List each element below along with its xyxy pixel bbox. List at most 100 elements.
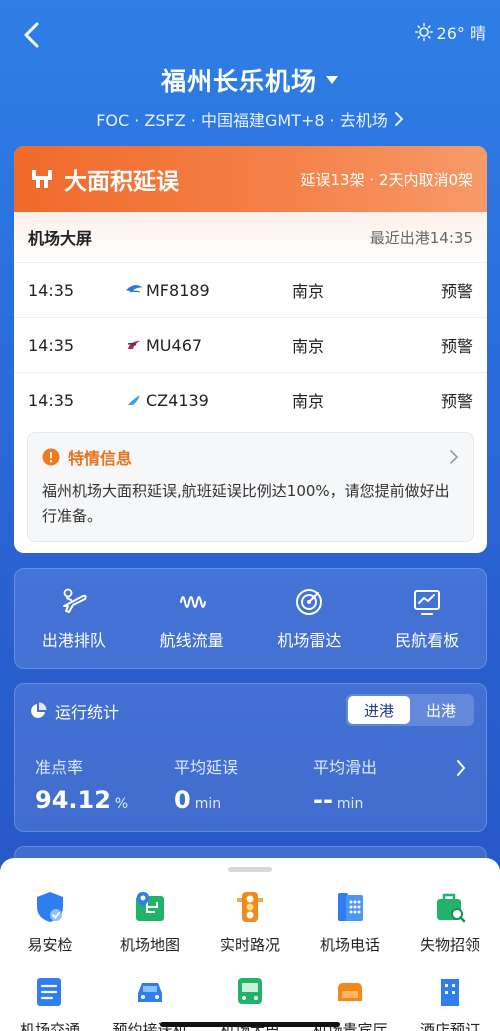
tool-radar[interactable]: 机场雷达 — [251, 569, 369, 668]
departure-queue-icon — [62, 588, 87, 613]
stats-header: 运行统计 — [29, 699, 119, 723]
notice-header: 特情信息 — [42, 445, 459, 469]
service-label: 酒店预订 — [419, 1021, 480, 1031]
flight-number: CZ4139 — [126, 391, 292, 410]
tab-departure[interactable]: 出港 — [410, 696, 472, 724]
service-airport-map[interactable]: 机场地图 — [100, 890, 200, 955]
chevron-right-icon[interactable] — [456, 759, 466, 777]
board-latest-departure: 最近出港14:35 — [369, 228, 473, 247]
vip-lounge-icon — [338, 983, 362, 1001]
flight-row[interactable]: 14:35 MF8189 南京 预警 — [14, 262, 487, 317]
tool-label: 机场雷达 — [277, 630, 342, 650]
traffic-light-icon — [237, 892, 263, 922]
alert-title: 大面积延误 — [64, 169, 179, 195]
service-hotel[interactable]: 酒店预订 — [400, 975, 500, 1031]
tools-card: 出港排队 航线流量 机场雷达 民航看板 — [14, 568, 487, 669]
flight-time: 14:35 — [28, 280, 75, 300]
flight-status: 预警 — [440, 282, 473, 301]
metric-value: -- min — [313, 786, 452, 814]
airport-selector[interactable]: 福州长乐机场 — [0, 62, 500, 98]
flight-number: MF8189 — [126, 281, 292, 300]
radar-icon — [296, 588, 323, 615]
car-icon — [138, 983, 162, 1002]
flight-number: MU467 — [126, 336, 292, 355]
flight-delay-icon — [32, 170, 52, 188]
service-lost-found[interactable]: 失物招领 — [400, 890, 500, 955]
back-arrow-icon[interactable] — [18, 20, 48, 50]
metrics-row[interactable]: 准点率 94.12% 平均延误 0 min 平均滑出 -- min — [35, 754, 452, 814]
service-transport[interactable]: 机场交通 — [0, 975, 100, 1031]
tool-label: 民航看板 — [395, 630, 460, 650]
flight-status: 预警 — [440, 337, 473, 356]
tool-departure-queue[interactable]: 出港排队 — [15, 569, 133, 668]
service-label: 机场交通 — [19, 1021, 80, 1031]
service-security-check[interactable]: 易安检 — [0, 890, 100, 955]
flight-number-text: MU467 — [146, 335, 203, 355]
airport-map-icon — [136, 892, 164, 921]
metric-label: 平均延误 — [174, 758, 239, 777]
airline-logo-icon — [128, 395, 140, 405]
flight-number-text: CZ4139 — [146, 390, 209, 410]
security-check-icon — [37, 892, 63, 922]
service-label: 易安检 — [27, 936, 73, 954]
metric-number: -- — [313, 786, 333, 814]
arrival-departure-toggle: 进港 出港 — [346, 694, 474, 726]
services-row-1: 易安检 机场地图 实时路况 机场电话 失物招领 — [0, 890, 500, 955]
alert-stats: 延误13架 · 2天内取消0架 — [300, 170, 473, 189]
caret-down-icon — [326, 76, 338, 84]
tool-label: 航线流量 — [159, 630, 224, 650]
sun-icon — [414, 23, 433, 41]
flight-time: 14:35 — [28, 335, 75, 355]
airport-codes: FOC · ZSFZ · 中国福建GMT+8 · 去机场 — [96, 111, 388, 130]
flight-number-text: MF8189 — [146, 280, 210, 300]
metric-on-time-rate: 准点率 94.12% — [35, 754, 174, 814]
home-indicator — [160, 1022, 340, 1027]
flight-destination: 南京 — [292, 282, 325, 301]
weather-text: 26° 晴 — [436, 24, 486, 43]
flight-destination: 南京 — [292, 337, 325, 356]
airline-logo-icon — [126, 285, 142, 293]
flight-row[interactable]: 14:35 CZ4139 南京 预警 — [14, 372, 487, 427]
airport-info-link[interactable]: FOC · ZSFZ · 中国福建GMT+8 · 去机场 — [0, 107, 500, 131]
page-title: 福州长乐机场 — [160, 67, 317, 96]
special-notice[interactable]: 特情信息 福州机场大面积延误,航班延误比例达100%，请您提前做好出行准备。 — [27, 432, 474, 542]
service-phone[interactable]: 机场电话 — [300, 890, 400, 955]
service-label: 失物招领 — [419, 936, 480, 954]
weather-widget: 26° 晴 — [414, 20, 486, 44]
tool-route-flow[interactable]: 航线流量 — [133, 569, 251, 668]
warning-icon — [42, 448, 60, 466]
metric-value: 0 min — [174, 786, 313, 814]
metric-number: 0 — [174, 786, 191, 814]
pie-chart-icon — [31, 702, 47, 718]
flight-row[interactable]: 14:35 MU467 南京 预警 — [14, 317, 487, 372]
metric-avg-taxi-out: 平均滑出 -- min — [313, 754, 452, 814]
metric-unit: min — [336, 796, 364, 812]
tool-label: 出港排队 — [41, 630, 106, 650]
stats-title: 运行统计 — [55, 703, 120, 722]
hotel-icon — [441, 979, 459, 1006]
board-title: 机场大屏 — [28, 229, 93, 248]
metric-label: 准点率 — [35, 758, 84, 777]
services-sheet: 易安检 机场地图 实时路况 机场电话 失物招领 机场交通 预约接送机 机场贵宾厅… — [0, 858, 500, 1031]
chevron-right-icon — [450, 450, 459, 464]
notice-text: 福州机场大面积延误,航班延误比例达100%，请您提前做好出行准备。 — [42, 482, 450, 525]
flight-destination: 南京 — [292, 392, 325, 411]
operation-stats-card: 运行统计 进港 出港 准点率 94.12% 平均延误 0 min 平均滑出 -- m… — [14, 683, 487, 832]
notice-title: 特情信息 — [68, 449, 133, 468]
delay-card: 大面积延误 延误13架 · 2天内取消0架 机场大屏 最近出港14:35 14:… — [14, 146, 487, 553]
tab-arrival[interactable]: 进港 — [348, 696, 410, 724]
metric-value: 94.12% — [35, 786, 174, 814]
alert-header[interactable]: 大面积延误 延误13架 · 2天内取消0架 — [14, 146, 487, 212]
service-traffic[interactable]: 实时路况 — [200, 890, 300, 955]
route-flow-icon — [179, 595, 206, 608]
flight-status: 预警 — [440, 392, 473, 411]
board-header: 机场大屏 最近出港14:35 — [14, 212, 487, 262]
metric-unit: % — [114, 796, 129, 812]
service-label: 实时路况 — [219, 936, 280, 954]
transport-icon — [37, 978, 61, 1006]
bus-icon — [238, 978, 262, 1004]
sheet-drag-handle[interactable] — [228, 867, 272, 872]
service-label: 机场电话 — [319, 936, 380, 954]
dashboard-icon — [414, 589, 441, 615]
tool-dashboard[interactable]: 民航看板 — [368, 569, 486, 668]
